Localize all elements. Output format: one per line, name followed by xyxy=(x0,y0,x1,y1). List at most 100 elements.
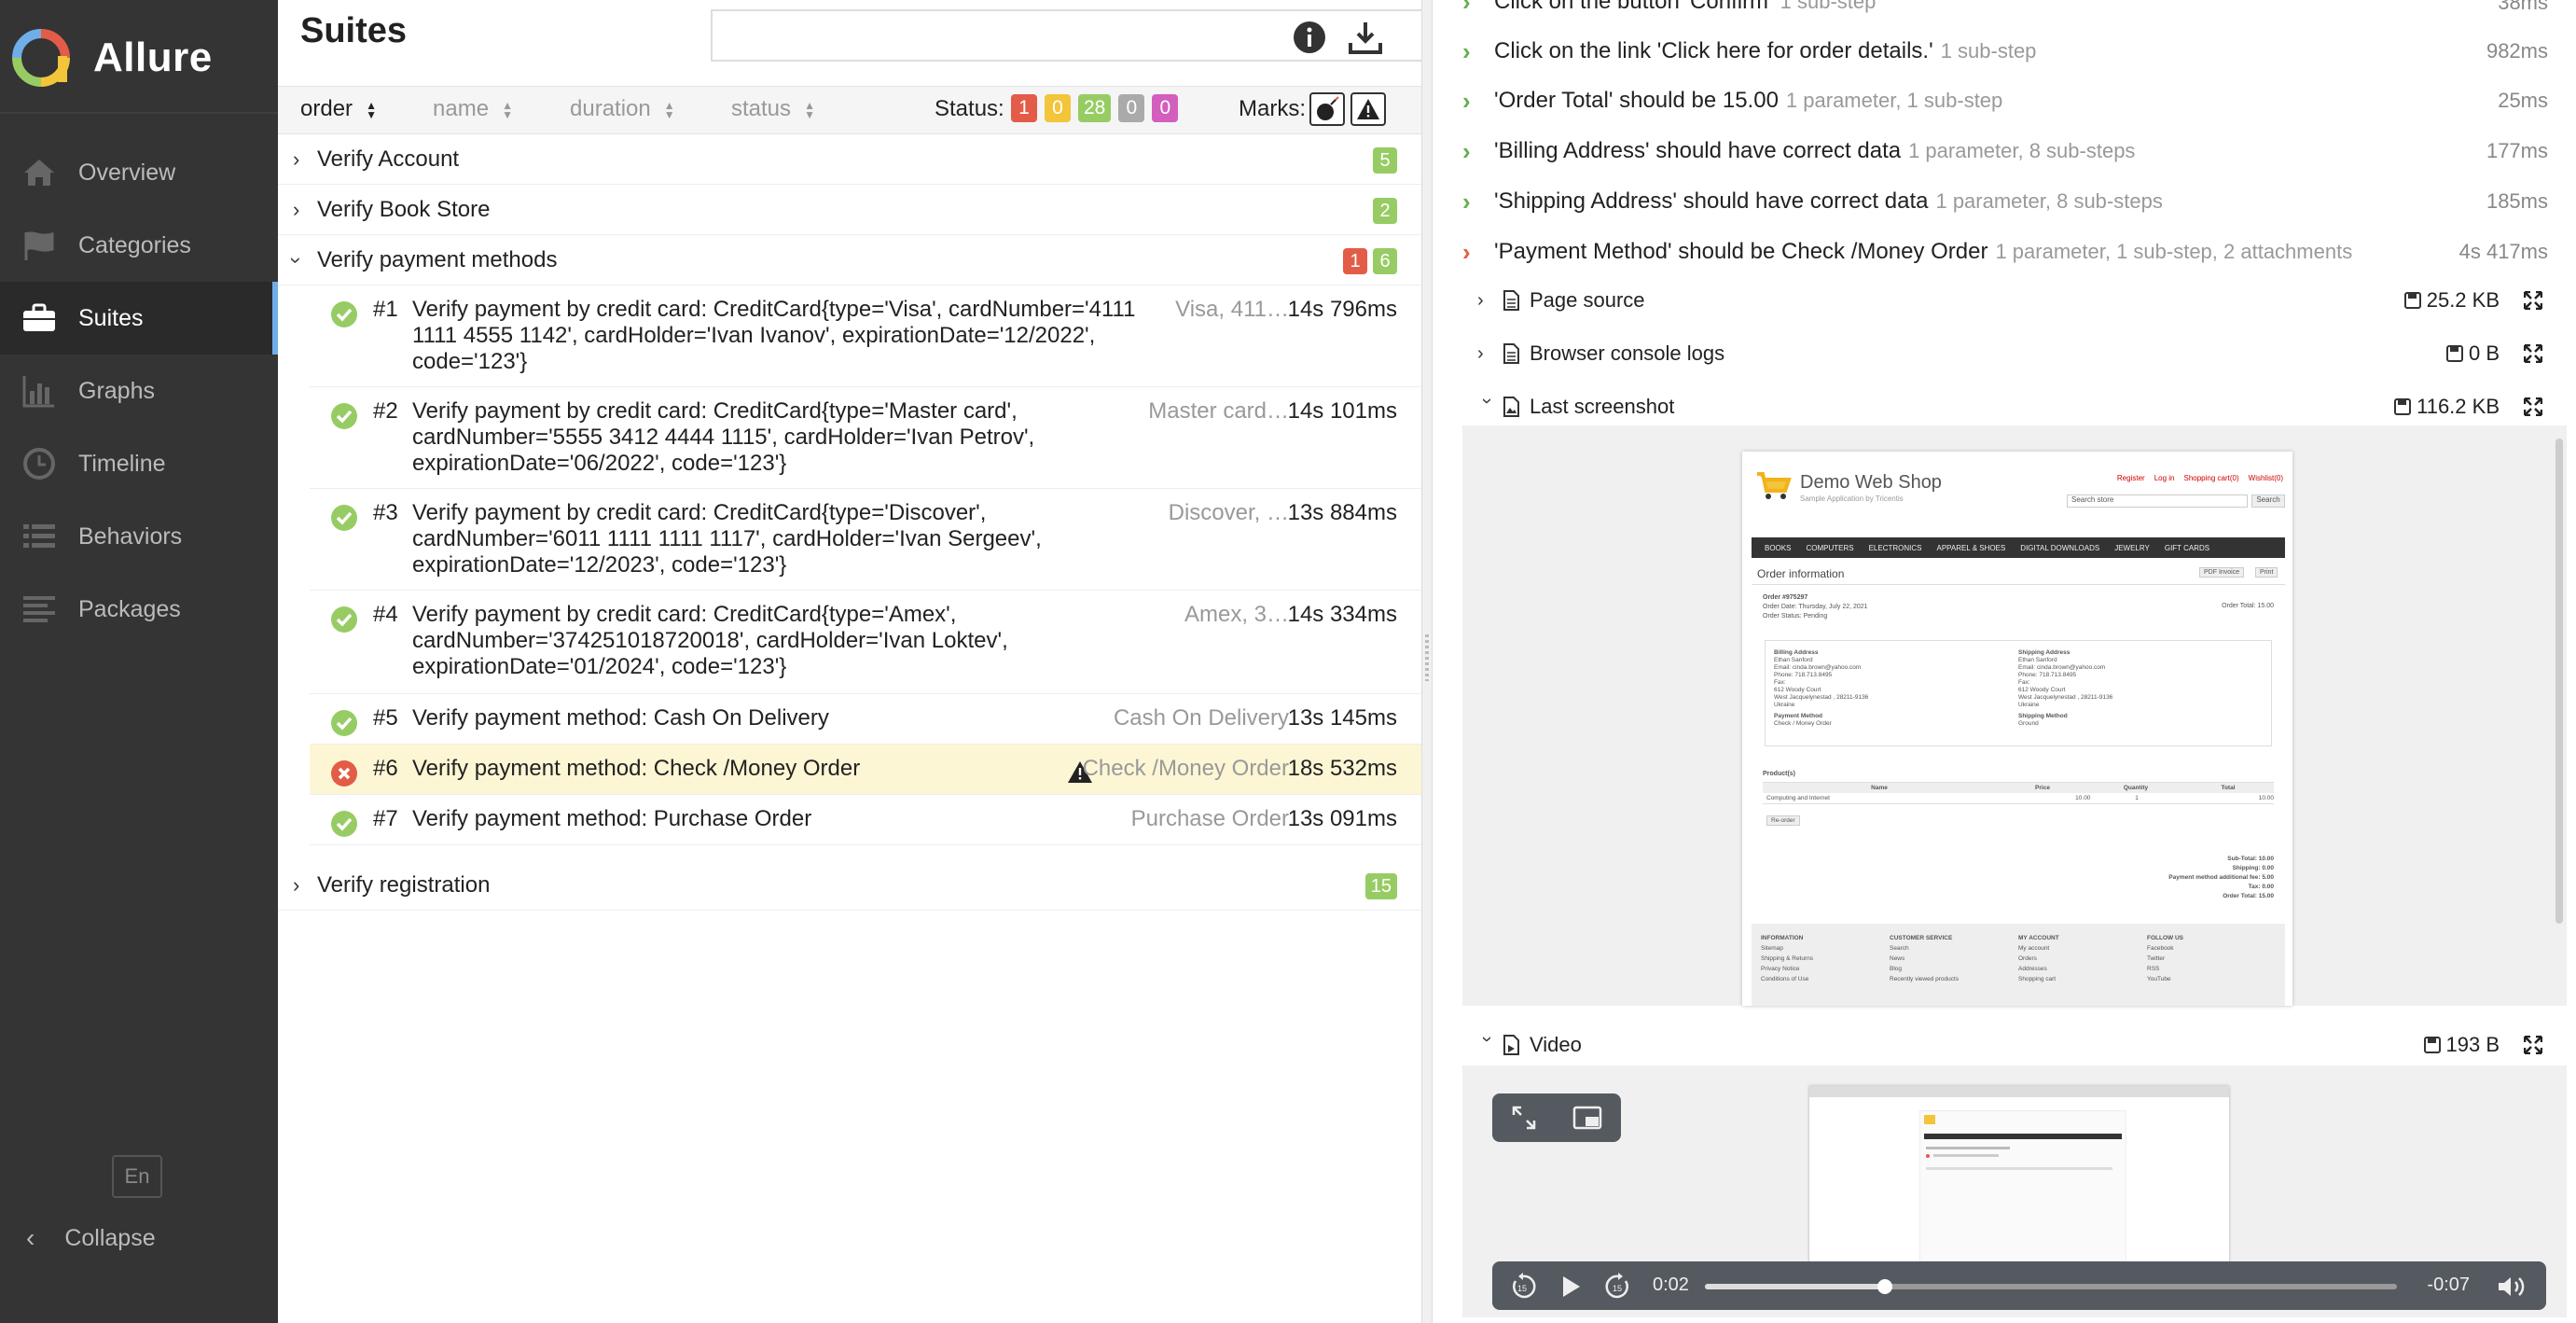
filter-broken-badge[interactable]: 0 xyxy=(1045,94,1071,122)
rewind-15-icon[interactable]: 15 xyxy=(1509,1273,1537,1301)
video-page xyxy=(1919,1110,2126,1261)
chevron-right-icon: › xyxy=(1462,136,1471,165)
filter-skipped-badge[interactable]: 0 xyxy=(1118,94,1145,122)
suite-group[interactable]: › Verify Book Store 2 xyxy=(278,185,1421,235)
step-row[interactable]: › 'Shipping Address' should have correct… xyxy=(1462,183,2163,220)
test-case-name: Verify payment by credit card: CreditCar… xyxy=(412,297,1136,374)
step-row[interactable]: › Click on the button 'Confirm' 1 sub-st… xyxy=(1462,0,1876,21)
video-progress-handle[interactable] xyxy=(1877,1279,1892,1294)
step-row[interactable]: › 'Order Total' should be 15.00 1 parame… xyxy=(1462,82,2002,119)
expand-icon[interactable] xyxy=(2524,344,2542,363)
suite-group[interactable]: › Verify registration 15 xyxy=(278,860,1421,911)
sidebar-item-label: Categories xyxy=(78,231,191,258)
test-case-params: Check /Money Order xyxy=(1082,756,1289,781)
sort-name[interactable]: name ▲ ▼ xyxy=(433,96,513,122)
expand-icon[interactable] xyxy=(2524,291,2542,310)
language-switch[interactable]: En xyxy=(112,1155,162,1198)
step-duration: 982ms xyxy=(2486,39,2548,63)
test-case-row[interactable]: #7 Verify payment method: Purchase Order… xyxy=(310,795,1421,845)
suite-group-label: Verify payment methods xyxy=(317,246,558,272)
sort-duration[interactable]: duration ▲ ▼ xyxy=(570,96,675,122)
new-failed-mark-button[interactable] xyxy=(1350,92,1386,126)
volume-icon[interactable] xyxy=(2496,1273,2529,1301)
pane-splitter[interactable] xyxy=(1421,0,1433,1323)
expand-icon[interactable] xyxy=(2524,1036,2542,1054)
play-icon[interactable] xyxy=(1559,1274,1582,1299)
flaky-mark-button[interactable] xyxy=(1309,92,1345,126)
sidebar-item-suites[interactable]: Suites xyxy=(0,282,278,355)
video-player[interactable]: 15 15 0:02 -0:07 xyxy=(1462,1065,2567,1317)
step-row[interactable]: › Click on the link 'Click here for orde… xyxy=(1462,33,2036,70)
save-icon xyxy=(2423,1037,2441,1053)
attachment-row[interactable]: › Page source 25.2 KB xyxy=(1477,282,2550,319)
forward-15-icon[interactable]: 15 xyxy=(1604,1273,1632,1301)
screenshot-preview[interactable]: Demo Web Shop Sample Application by Tric… xyxy=(1462,425,2567,1006)
shop-footer: INFORMATION Sitemap Shipping & Returns Priv… xyxy=(1752,924,2285,1006)
test-case-duration: 14s 101ms xyxy=(1287,398,1397,424)
test-case-row[interactable]: #2 Verify payment by credit card: Credit… xyxy=(310,387,1421,489)
video-frame xyxy=(1809,1086,2229,1273)
video-progress-track[interactable] xyxy=(1705,1279,2397,1294)
suite-group[interactable]: › Verify Account 5 xyxy=(278,134,1421,185)
screenshot-scrollbar[interactable] xyxy=(2555,439,2563,924)
video-radio-icon xyxy=(1926,1154,1930,1158)
picture-in-picture-icon[interactable] xyxy=(1572,1104,1604,1132)
test-case-name: Verify payment method: Cash On Delivery xyxy=(412,705,829,731)
test-case-name: Verify payment by credit card: CreditCar… xyxy=(412,500,1042,578)
video-menu-bar xyxy=(1924,1134,2122,1139)
sidebar-item-packages[interactable]: Packages xyxy=(0,573,278,646)
test-case-number: #5 xyxy=(373,705,398,731)
test-case-row[interactable]: #5 Verify payment method: Cash On Delive… xyxy=(310,694,1421,745)
test-case-row[interactable]: #4 Verify payment by credit card: Credit… xyxy=(310,591,1421,694)
download-icon[interactable] xyxy=(1347,19,1384,56)
step-duration: 4s 417ms xyxy=(2458,240,2548,263)
test-case-name: Verify payment by credit card: CreditCar… xyxy=(412,398,1035,476)
filter-failed-badge[interactable]: 1 xyxy=(1011,94,1037,122)
shop-search-input: Search store xyxy=(2067,494,2248,508)
search-input[interactable] xyxy=(711,9,1543,62)
attachment-row[interactable]: › Video 193 B xyxy=(1477,1026,2550,1064)
collapse-button[interactable]: ‹ Collapse xyxy=(26,1218,156,1259)
passed-status-icon xyxy=(331,811,357,837)
attachment-label: Browser console logs xyxy=(1530,341,1725,365)
sidebar-item-categories[interactable]: Categories xyxy=(0,209,278,282)
app-name: Allure xyxy=(93,35,213,80)
suite-group[interactable]: › Verify payment methods 1 6 xyxy=(278,235,1421,285)
attachment-row[interactable]: › Last screenshot 116.2 KB xyxy=(1477,388,2550,425)
sort-arrows-icon: ▲ ▼ xyxy=(366,98,377,121)
step-row-failed[interactable]: › 'Payment Method' should be Check /Mone… xyxy=(1462,233,2352,271)
chevron-right-icon: › xyxy=(1462,36,1471,65)
brand[interactable]: Allure xyxy=(11,21,213,95)
chevron-right-icon: › xyxy=(1462,237,1471,266)
sidebar-item-behaviors[interactable]: Behaviors xyxy=(0,500,278,573)
video-cart-icon xyxy=(1924,1115,1935,1124)
sidebar-item-graphs[interactable]: Graphs xyxy=(0,355,278,427)
test-case-row[interactable]: #3 Verify payment by credit card: Credit… xyxy=(310,489,1421,591)
sort-status[interactable]: status ▲ ▼ xyxy=(731,96,815,122)
fullscreen-icon[interactable] xyxy=(1510,1104,1538,1132)
attachment-row[interactable]: › Browser console logs 0 B xyxy=(1477,335,2550,372)
filter-passed-badge[interactable]: 28 xyxy=(1078,94,1112,122)
sidebar-item-timeline[interactable]: Timeline xyxy=(0,427,278,500)
shop-reorder-button: Re-order xyxy=(1766,815,1800,826)
sort-order[interactable]: order ▲ ▼ xyxy=(300,96,377,122)
sidebar-item-label: Behaviors xyxy=(78,522,183,550)
shop-shipping: Shipping Address Ethan Sanford Email: cin… xyxy=(2018,649,2113,727)
passed-status-icon xyxy=(331,606,357,633)
video-top-controls xyxy=(1492,1093,1621,1142)
sidebar-item-label: Overview xyxy=(78,159,176,186)
status-filter-label: Status: xyxy=(935,96,1004,121)
test-case-number: #4 xyxy=(373,602,398,627)
splitter-grip-icon xyxy=(1425,634,1429,681)
step-label: 'Payment Method' should be Check /Money … xyxy=(1494,239,1988,264)
sidebar-item-overview[interactable]: Overview xyxy=(0,136,278,209)
info-icon[interactable] xyxy=(1293,21,1326,54)
test-details-pane: › Click on the button 'Confirm' 1 sub-st… xyxy=(1433,0,2576,1323)
step-row[interactable]: › 'Billing Address' should have correct … xyxy=(1462,132,2135,170)
filter-unknown-badge[interactable]: 0 xyxy=(1152,94,1179,122)
save-icon xyxy=(2445,345,2463,362)
image-file-icon xyxy=(1503,397,1519,417)
test-case-row[interactable]: #1 Verify payment by credit card: Credit… xyxy=(310,285,1421,387)
expand-icon[interactable] xyxy=(2524,397,2542,416)
test-case-row-selected[interactable]: #6 Verify payment method: Check /Money O… xyxy=(310,745,1421,795)
